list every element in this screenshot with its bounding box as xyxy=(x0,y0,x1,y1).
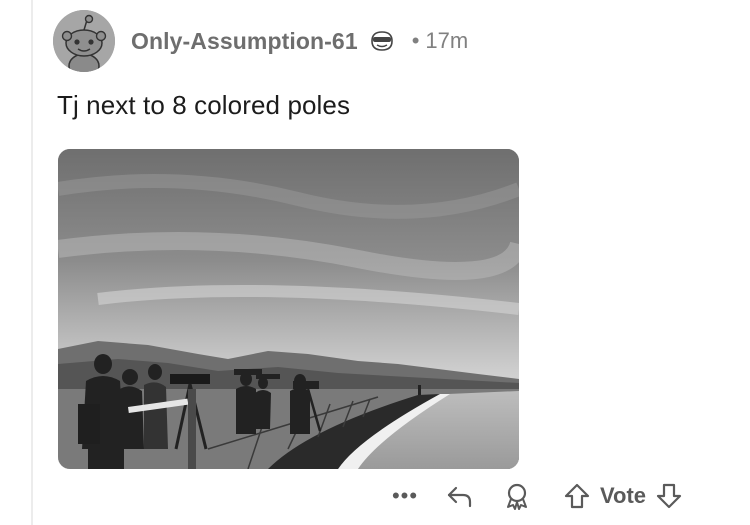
upvote-button[interactable] xyxy=(562,482,592,510)
timestamp: 17m xyxy=(425,28,469,53)
time-separator: • xyxy=(411,28,420,53)
upvote-icon xyxy=(564,483,590,509)
snoo-avatar-icon xyxy=(53,10,115,72)
username[interactable]: Only-Assumption-61 xyxy=(131,28,358,55)
vote-label: Vote xyxy=(600,483,647,508)
downvote-icon xyxy=(656,483,682,509)
thread-line xyxy=(31,0,33,525)
award-button[interactable] xyxy=(502,482,532,510)
comment: Only-Assumption-61 • 17m Tj next to 8 co… xyxy=(53,10,750,525)
comment-body: Tj next to 8 colored poles xyxy=(57,90,351,120)
comment-image[interactable] xyxy=(58,149,519,469)
avatar[interactable] xyxy=(53,10,115,72)
comment-header: Only-Assumption-61 • 17m xyxy=(53,10,750,72)
comment-actions: ••• Vote xyxy=(390,478,684,514)
more-options-button[interactable]: ••• xyxy=(390,483,420,509)
more-icon: ••• xyxy=(391,483,419,508)
reply-button[interactable] xyxy=(444,483,476,509)
award-icon xyxy=(507,483,527,510)
reply-icon xyxy=(447,486,472,508)
sunglasses-flair-icon xyxy=(368,29,396,53)
photo-scene xyxy=(58,149,519,469)
downvote-button[interactable] xyxy=(654,482,684,510)
